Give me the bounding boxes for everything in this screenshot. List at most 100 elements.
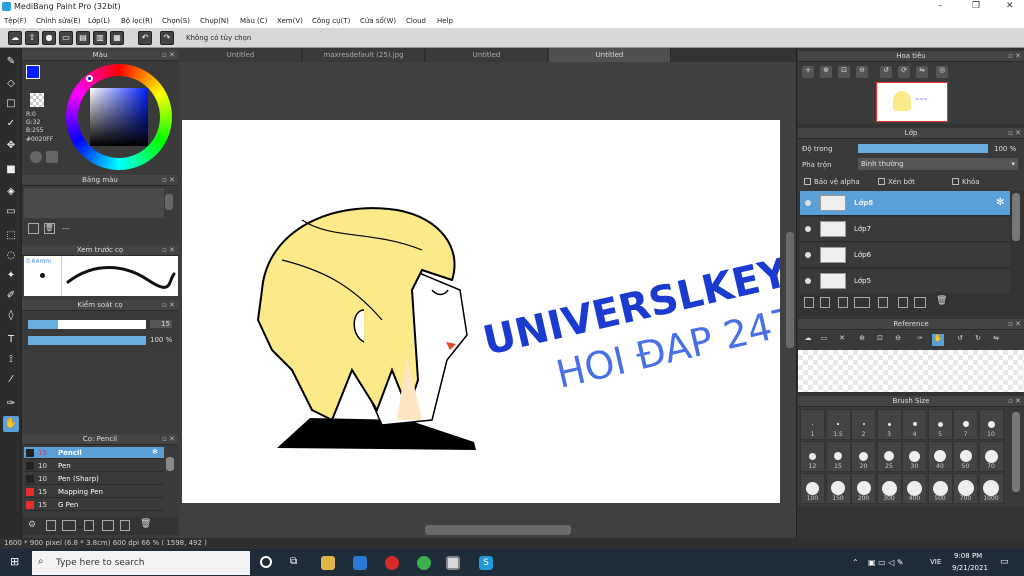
brush-size-cell[interactable]: 30 (902, 441, 927, 472)
trash-icon[interactable]: 🗑 (44, 223, 55, 234)
grid-icon[interactable]: ▦ (110, 31, 124, 45)
brush-list-item[interactable]: 10 Pen (24, 460, 164, 472)
close-button[interactable]: ✕ (1006, 1, 1014, 11)
merge-down-icon[interactable] (878, 297, 888, 308)
zoom-in-icon[interactable]: + (802, 66, 814, 78)
menu-select[interactable]: Chọn(S) (162, 17, 190, 25)
foreground-color-swatch[interactable] (26, 65, 40, 79)
hand-icon[interactable]: ✋ (932, 334, 944, 346)
saturation-value-square[interactable] (90, 88, 148, 146)
fit-icon[interactable]: ⊡ (874, 334, 886, 346)
trash-icon[interactable]: 🗑 (936, 296, 947, 306)
brush-size-cell[interactable]: 50 (953, 441, 978, 472)
eyedropper-icon[interactable]: ✑ (3, 396, 19, 412)
brush-size-cell[interactable]: 200 (851, 473, 876, 504)
divide-tool-icon[interactable]: ⟟ (3, 352, 19, 368)
reference-canvas[interactable] (798, 350, 1024, 392)
menu-file[interactable]: Tệp(F) (4, 17, 27, 25)
brush-size-cell[interactable]: 20 (851, 441, 876, 472)
folder-icon[interactable]: ▭ (818, 334, 830, 346)
menu-filter[interactable]: Bộ lọc(R) (121, 17, 153, 25)
folder-icon[interactable] (102, 520, 114, 531)
reset-view-icon[interactable]: ◎ (936, 66, 948, 78)
menu-view[interactable]: Xem(V) (277, 17, 303, 25)
brush-list-item[interactable]: 10 Pen (Sharp) (24, 473, 164, 485)
clock-time[interactable]: 9:08 PM (954, 552, 982, 560)
lock-checkbox[interactable] (952, 178, 959, 185)
brush-list-item[interactable]: 15 Pencil ✻ (24, 447, 164, 459)
brush-size-cell[interactable]: 1000 (978, 473, 1004, 504)
undo-icon[interactable]: ↶ (138, 31, 152, 45)
select-tool-icon[interactable]: ✓ (3, 116, 19, 132)
brush-size-cell[interactable]: 1 (800, 409, 825, 440)
menu-cloud[interactable]: Cloud (406, 17, 426, 25)
flip-icon[interactable]: ⇋ (916, 66, 928, 78)
text-tool-icon[interactable]: T (3, 332, 19, 348)
transparent-swatch[interactable] (30, 93, 44, 107)
brush-size-scrollbar[interactable] (1012, 412, 1020, 492)
layer-row[interactable]: Lớp6 (800, 243, 1010, 268)
color-wheel-mode-icon[interactable] (30, 151, 42, 163)
copy-icon[interactable] (120, 520, 130, 531)
drawing-canvas[interactable]: UNIVERSLKEY HOI ĐAP 247 (182, 120, 800, 503)
gear-icon[interactable]: ✻ (152, 448, 158, 456)
upload-icon[interactable]: ⇧ (25, 31, 39, 45)
flip-icon[interactable]: ⇋ (990, 334, 1002, 346)
panel-close-icon[interactable]: ▫ ✕ (1008, 319, 1021, 330)
brush-list-item[interactable]: 15 G Pen (24, 499, 164, 511)
brush-size-cell[interactable]: 1.5 (825, 409, 851, 440)
palette-area[interactable] (24, 188, 164, 218)
brush-size-cell[interactable]: 40 (927, 441, 953, 472)
visibility-icon[interactable] (805, 226, 811, 232)
brush-size-cell[interactable]: 100 (800, 473, 825, 504)
brush-size-value[interactable]: 15 (150, 320, 172, 328)
palette-scrollbar[interactable] (165, 194, 173, 210)
lasso-tool-icon[interactable]: ◌ (3, 248, 19, 264)
new-8bit-layer-icon[interactable] (838, 297, 848, 308)
add-brush-icon[interactable] (62, 520, 76, 531)
select-pen-icon[interactable]: ✐ (3, 288, 19, 304)
store-icon[interactable] (321, 556, 335, 570)
menu-tools[interactable]: Công cụ(T) (312, 17, 350, 25)
tray-icons[interactable]: ▣ ▭ ◁ ✎ (868, 558, 904, 567)
tab-untitled-1[interactable]: Untitled (180, 48, 302, 62)
chrome-icon[interactable] (417, 556, 431, 570)
minimize-button[interactable]: – (938, 1, 943, 11)
windows-start-icon[interactable]: ⊞ (10, 556, 22, 568)
menu-layer[interactable]: Lớp(L) (88, 17, 110, 25)
menu-help[interactable]: Help (437, 17, 453, 25)
brush-list-scrollbar[interactable] (166, 457, 174, 471)
panel-close-icon[interactable]: ▫ ✕ (1008, 128, 1021, 139)
brush-size-slider[interactable] (28, 320, 146, 329)
tray-chevron-icon[interactable]: ⌃ (852, 558, 859, 567)
layer-type-menu-icon[interactable] (854, 297, 870, 308)
panel-close-icon[interactable]: ▫ ✕ (162, 434, 175, 445)
brush-size-cell[interactable]: 10 (978, 409, 1004, 440)
brush-size-cell[interactable]: 5 (927, 409, 953, 440)
layer-row[interactable]: Lớp5 (800, 269, 1010, 294)
brush-tool-icon[interactable]: ✎ (3, 54, 19, 70)
brush-settings-icon[interactable] (84, 520, 94, 531)
zoom-out-icon[interactable]: ⊖ (856, 66, 868, 78)
redo-icon[interactable]: ↷ (160, 31, 174, 45)
zoom-out-icon[interactable]: ⊖ (892, 334, 904, 346)
new-layer-icon[interactable] (804, 297, 814, 308)
brush-size-cell[interactable]: 15 (825, 441, 851, 472)
layer-row[interactable]: Lớp8 ✻ (800, 191, 1010, 216)
mail-icon[interactable] (353, 556, 367, 570)
rotate-left-icon[interactable]: ↺ (880, 66, 892, 78)
clock-date[interactable]: 9/21/2021 (952, 564, 988, 572)
menu-window[interactable]: Cửa sổ(W) (360, 17, 396, 25)
alpha-protect-checkbox[interactable] (804, 178, 811, 185)
layer-opacity-slider[interactable] (858, 144, 988, 153)
panel-close-icon[interactable]: ▫ ✕ (162, 175, 175, 186)
marquee-tool-icon[interactable]: ⬚ (3, 228, 19, 244)
gear-icon[interactable]: ✻ (996, 197, 1004, 208)
cloud-brush-icon[interactable]: ⚙ (28, 520, 36, 530)
brush-size-cell[interactable]: 3 (876, 409, 902, 440)
cortana-icon[interactable] (260, 556, 272, 568)
brush-size-cell[interactable]: 150 (825, 473, 851, 504)
rotate-right-icon[interactable]: ↻ (972, 334, 984, 346)
navigator-thumbnail[interactable]: ~~~ (876, 82, 948, 122)
tab-untitled-3[interactable]: Untitled (549, 48, 671, 62)
